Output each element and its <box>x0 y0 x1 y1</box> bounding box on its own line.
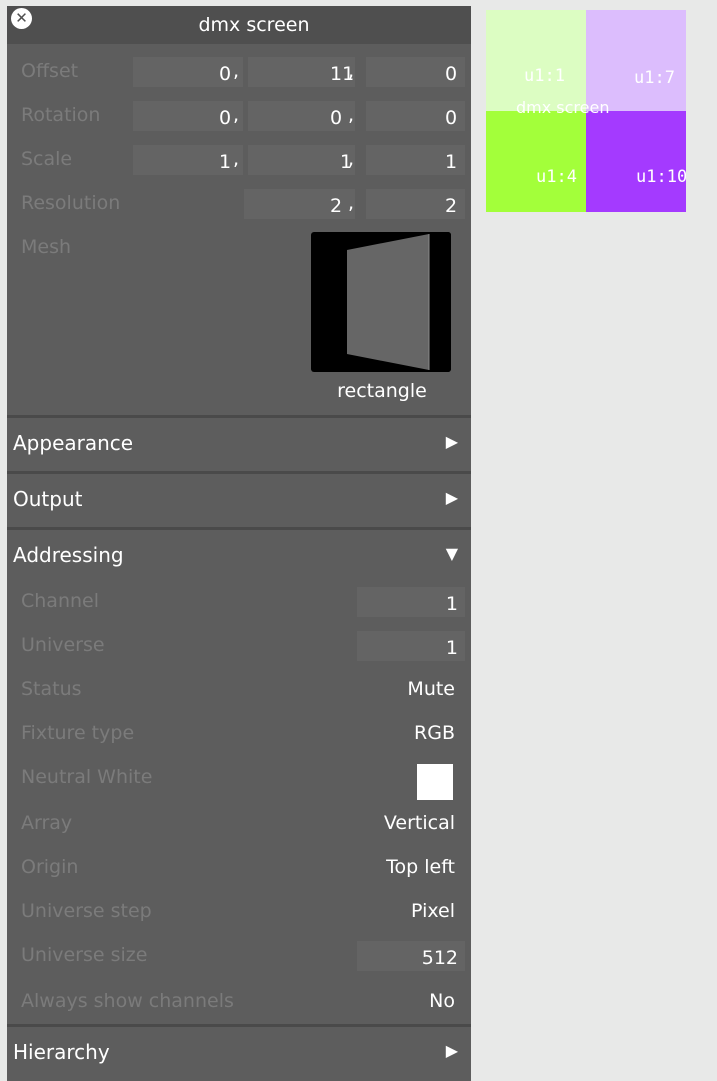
rotation-y-value: 0 <box>330 107 343 129</box>
offset-z-value: 0 <box>445 63 458 85</box>
hierarchy-heading: Hierarchy <box>13 1040 110 1064</box>
mesh-name: rectangle <box>337 380 427 402</box>
fixture-type-label: Fixture type <box>21 722 135 744</box>
appearance-heading: Appearance <box>13 431 134 455</box>
neutral-white-label: Neutral White <box>21 766 153 788</box>
preview-cell: u1:7 <box>586 10 686 111</box>
triangle-right-icon[interactable]: ▶ <box>446 1041 458 1060</box>
cell-label: u1:4 <box>536 167 577 187</box>
offset-z-field[interactable]: 0 <box>366 57 465 87</box>
scale-label: Scale <box>21 148 73 170</box>
resolution-y-field[interactable]: 2 <box>366 189 465 219</box>
universe-size-field[interactable]: 512 <box>357 941 465 971</box>
offset-label: Offset <box>21 60 79 82</box>
universe-label: Universe <box>21 634 105 656</box>
addressing-heading: Addressing <box>13 543 124 567</box>
preview-cell: u1:1 <box>486 10 586 111</box>
offset-row: Offset 0 , 11 , 0 <box>7 54 471 90</box>
rotation-x-value: 0 <box>219 107 232 129</box>
section-output[interactable]: Output ▶ <box>7 474 471 526</box>
output-heading: Output <box>13 487 83 511</box>
fixture-type-value[interactable]: RGB <box>414 722 455 744</box>
universe-step-value[interactable]: Pixel <box>411 900 455 922</box>
rotation-x-field[interactable]: 0 <box>133 101 243 131</box>
status-label: Status <box>21 678 82 700</box>
mesh-thumbnail[interactable] <box>311 232 451 372</box>
array-label: Array <box>21 812 73 834</box>
section-appearance[interactable]: Appearance ▶ <box>7 418 471 470</box>
cell-label: u1:10 <box>636 167 686 187</box>
rotation-y-field[interactable]: 0 <box>248 101 355 131</box>
resolution-label: Resolution <box>21 192 121 214</box>
preview-cell: u1:4 <box>486 111 586 212</box>
universe-step-row: Universe step Pixel <box>7 894 471 930</box>
rotation-label: Rotation <box>21 104 101 126</box>
rotation-z-value: 0 <box>445 107 458 129</box>
resolution-x-value: 2 <box>330 195 343 217</box>
offset-x-value: 0 <box>219 63 232 85</box>
resolution-x-field[interactable]: 2 <box>244 189 355 219</box>
mesh-shape-icon <box>347 232 451 372</box>
channel-field[interactable]: 1 <box>357 587 465 617</box>
window-title: dmx screen <box>198 14 310 36</box>
always-show-channels-label: Always show channels <box>21 990 234 1012</box>
resolution-y-value: 2 <box>445 195 458 217</box>
inspector-panel: ✕ dmx screen Offset 0 , 11 , 0 Rotation … <box>7 6 471 1081</box>
universe-size-row: Universe size 512 <box>7 938 471 974</box>
status-row: Status Mute <box>7 672 471 708</box>
always-show-channels-row: Always show channels No <box>7 984 471 1020</box>
preview-title: dmx screen <box>516 98 610 117</box>
title-bar[interactable]: ✕ dmx screen <box>7 6 471 44</box>
universe-value: 1 <box>445 637 458 659</box>
scale-z-field[interactable]: 1 <box>366 145 465 175</box>
universe-size-label: Universe size <box>21 944 148 966</box>
neutral-white-row: Neutral White <box>7 760 471 800</box>
universe-step-label: Universe step <box>21 900 152 922</box>
offset-x-field[interactable]: 0 <box>133 57 243 87</box>
scale-x-value: 1 <box>219 151 232 173</box>
rotation-row: Rotation 0 , 0 , 0 <box>7 98 471 134</box>
neutral-white-swatch[interactable] <box>417 764 453 800</box>
scale-z-value: 1 <box>445 151 458 173</box>
offset-y-field[interactable]: 11 <box>248 57 355 87</box>
scale-row: Scale 1 , 1 , 1 <box>7 142 471 178</box>
status-value[interactable]: Mute <box>407 678 455 700</box>
universe-size-value: 512 <box>421 947 458 969</box>
array-row: Array Vertical <box>7 806 471 842</box>
cell-label: u1:1 <box>524 66 565 86</box>
resolution-row: Resolution 2 , 2 <box>7 186 471 222</box>
rotation-z-field[interactable]: 0 <box>366 101 465 131</box>
close-icon[interactable]: ✕ <box>11 8 32 29</box>
array-value[interactable]: Vertical <box>384 812 455 834</box>
origin-row: Origin Top left <box>7 850 471 886</box>
section-hierarchy[interactable]: Hierarchy ▶ <box>7 1027 471 1079</box>
section-addressing[interactable]: Addressing ▼ <box>7 530 471 582</box>
screen-preview[interactable]: u1:1 u1:7 u1:4 u1:10 dmx screen <box>486 10 686 212</box>
scale-y-field[interactable]: 1 <box>248 145 355 175</box>
always-show-channels-value[interactable]: No <box>429 990 455 1012</box>
fixture-type-row: Fixture type RGB <box>7 716 471 752</box>
scale-x-field[interactable]: 1 <box>133 145 243 175</box>
cell-label: u1:7 <box>634 68 675 88</box>
origin-value[interactable]: Top left <box>386 856 455 878</box>
universe-field[interactable]: 1 <box>357 631 465 661</box>
channel-value: 1 <box>445 593 458 615</box>
channel-label: Channel <box>21 590 100 612</box>
triangle-down-icon[interactable]: ▼ <box>446 544 458 563</box>
channel-row: Channel 1 <box>7 584 471 620</box>
preview-cell: u1:10 <box>586 111 686 212</box>
triangle-right-icon[interactable]: ▶ <box>446 432 458 451</box>
universe-row: Universe 1 <box>7 628 471 664</box>
mesh-label: Mesh <box>21 236 72 258</box>
triangle-right-icon[interactable]: ▶ <box>446 488 458 507</box>
origin-label: Origin <box>21 856 79 878</box>
